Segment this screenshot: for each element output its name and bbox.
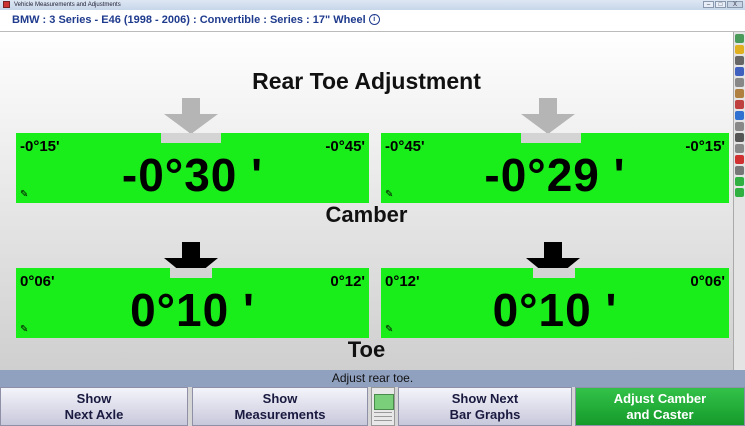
bar-notch	[521, 133, 581, 143]
show-next-bar-graphs-button[interactable]: Show Next Bar Graphs	[398, 387, 572, 426]
window-controls: – □ X	[703, 1, 743, 9]
vehicle-text: BMW : 3 Series - E46 (1998 - 2006) : Con…	[12, 14, 366, 26]
scroller-line	[374, 416, 392, 417]
window-title: Vehicle Measurements and Adjustments	[14, 2, 121, 8]
toolbar-green-2-icon[interactable]	[735, 188, 744, 197]
measurement-value: 0°10 '	[492, 284, 618, 336]
button-label-line1: Show	[262, 391, 298, 406]
button-label-line2: and Caster	[626, 407, 694, 422]
toolbar-camera-icon[interactable]	[735, 100, 744, 109]
toolbar-help-icon[interactable]	[735, 34, 744, 43]
pencil-icon[interactable]: ✎	[385, 189, 393, 200]
toolbar-arrow-icon[interactable]	[735, 111, 744, 120]
button-label-line2: Measurements	[234, 407, 326, 422]
scroller-thumb[interactable]	[374, 394, 394, 410]
measurement-value: -0°29 '	[484, 149, 626, 201]
scroller-line	[374, 412, 392, 413]
button-label-line2: Bar Graphs	[449, 407, 521, 422]
close-button[interactable]: X	[727, 1, 743, 8]
camber-right-bar: -0°45' -0°15' -0°29 ' ✎	[381, 133, 729, 203]
vehicle-info-bar: BMW : 3 Series - E46 (1998 - 2006) : Con…	[0, 10, 745, 32]
app-icon	[3, 1, 10, 8]
page-scroller[interactable]	[371, 387, 395, 426]
minimize-button[interactable]: –	[703, 1, 714, 8]
toolbar-undo-icon[interactable]	[735, 78, 744, 87]
toolbar-wheel-icon[interactable]	[735, 56, 744, 65]
toe-right-bar: 0°12' 0°06' 0°10 ' ✎	[381, 268, 729, 338]
bar-notch	[161, 133, 221, 143]
pencil-icon[interactable]: ✎	[20, 324, 28, 335]
bar-notch	[533, 268, 575, 278]
toolbar-car-icon[interactable]	[735, 133, 744, 142]
measurement-value: -0°30 '	[121, 149, 264, 201]
status-bar: Adjust rear toe.	[0, 370, 745, 387]
camber-left-bar: -0°15' -0°45' -0°30 ' ✎	[16, 133, 369, 203]
info-icon[interactable]: i	[368, 14, 380, 25]
toolbar-stop-icon[interactable]	[735, 155, 744, 164]
button-label-line1: Show Next	[451, 391, 519, 406]
pencil-icon[interactable]: ✎	[385, 324, 393, 335]
toolbar-print-icon[interactable]	[735, 89, 744, 98]
show-next-axle-button[interactable]: Show Next Axle	[0, 387, 188, 426]
button-label-line1: Adjust Camber	[613, 391, 707, 406]
bar-notch	[170, 268, 212, 278]
scroller-line	[374, 420, 392, 421]
toolbar-wrench-icon[interactable]	[735, 45, 744, 54]
button-label-line2: Next Axle	[64, 407, 124, 422]
maximize-button[interactable]: □	[715, 1, 726, 8]
toolbar-green-icon[interactable]	[735, 177, 744, 186]
button-label-line1: Show	[76, 391, 112, 406]
adjust-camber-and-caster-button[interactable]: Adjust Camber and Caster	[575, 387, 745, 426]
pencil-icon[interactable]: ✎	[20, 189, 28, 200]
toolbar-gauge-icon[interactable]	[735, 122, 744, 131]
toe-left-bar: 0°06' 0°12' 0°10 ' ✎	[16, 268, 369, 338]
show-measurements-button[interactable]: Show Measurements	[192, 387, 368, 426]
toolbar-settings-icon[interactable]	[735, 166, 744, 175]
vehicle-description: BMW : 3 Series - E46 (1998 - 2006) : Con…	[12, 14, 380, 26]
toolbar-undo-2-icon[interactable]	[735, 144, 744, 153]
heading-camber: Camber	[325, 202, 408, 227]
side-toolbar	[733, 32, 745, 370]
measurement-value: 0°10 '	[130, 284, 255, 336]
toolbar-list-icon[interactable]	[735, 67, 744, 76]
bottom-button-bar: Show Next Axle Show Measurements Show Ne…	[0, 387, 745, 426]
main-area: Rear Toe Adjustment -0°15' -0°45' -0°30 …	[0, 32, 733, 370]
heading-rear-toe-adjustment: Rear Toe Adjustment	[252, 68, 481, 94]
heading-toe: Toe	[347, 337, 386, 362]
